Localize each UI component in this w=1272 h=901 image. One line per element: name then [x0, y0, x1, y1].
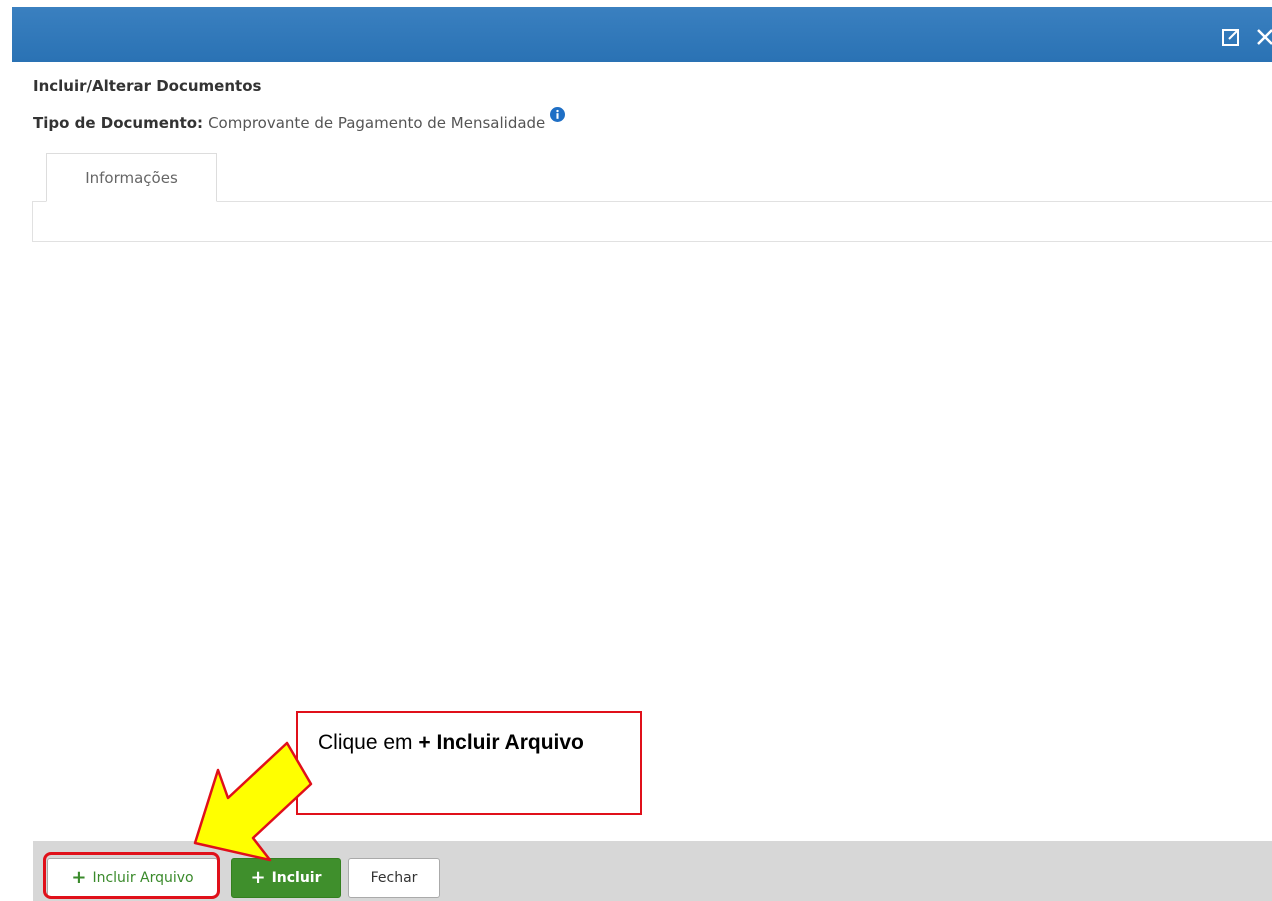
include-label: Incluir: [271, 870, 322, 886]
include-file-label: Incluir Arquivo: [92, 870, 194, 886]
tab-label: Informações: [85, 168, 178, 187]
instruction-callout: Clique em + Incluir Arquivo: [296, 711, 642, 815]
close-icon[interactable]: [1254, 26, 1272, 48]
page-heading: Incluir/Alterar Documentos: [33, 77, 262, 95]
document-type-label: Tipo de Documento:: [33, 114, 204, 132]
callout-text: Clique em: [318, 731, 413, 754]
callout-bold-text: + Incluir Arquivo: [418, 731, 584, 754]
tab-informacoes[interactable]: Informações: [46, 153, 217, 202]
info-icon[interactable]: [550, 107, 566, 122]
open-in-new-icon[interactable]: [1220, 26, 1242, 48]
close-label: Fechar: [370, 870, 418, 886]
tab-panel-informacoes: [32, 201, 1272, 242]
plus-icon: +: [71, 867, 87, 888]
close-button[interactable]: Fechar: [348, 858, 440, 898]
document-type: Tipo de Documento: Comprovante de Pagame…: [33, 107, 566, 132]
document-type-value: Comprovante de Pagamento de Mensalidade: [208, 114, 546, 132]
pointer-arrow-icon: [193, 741, 313, 862]
plus-icon: +: [250, 867, 266, 888]
dialog-titlebar: [12, 7, 1272, 62]
